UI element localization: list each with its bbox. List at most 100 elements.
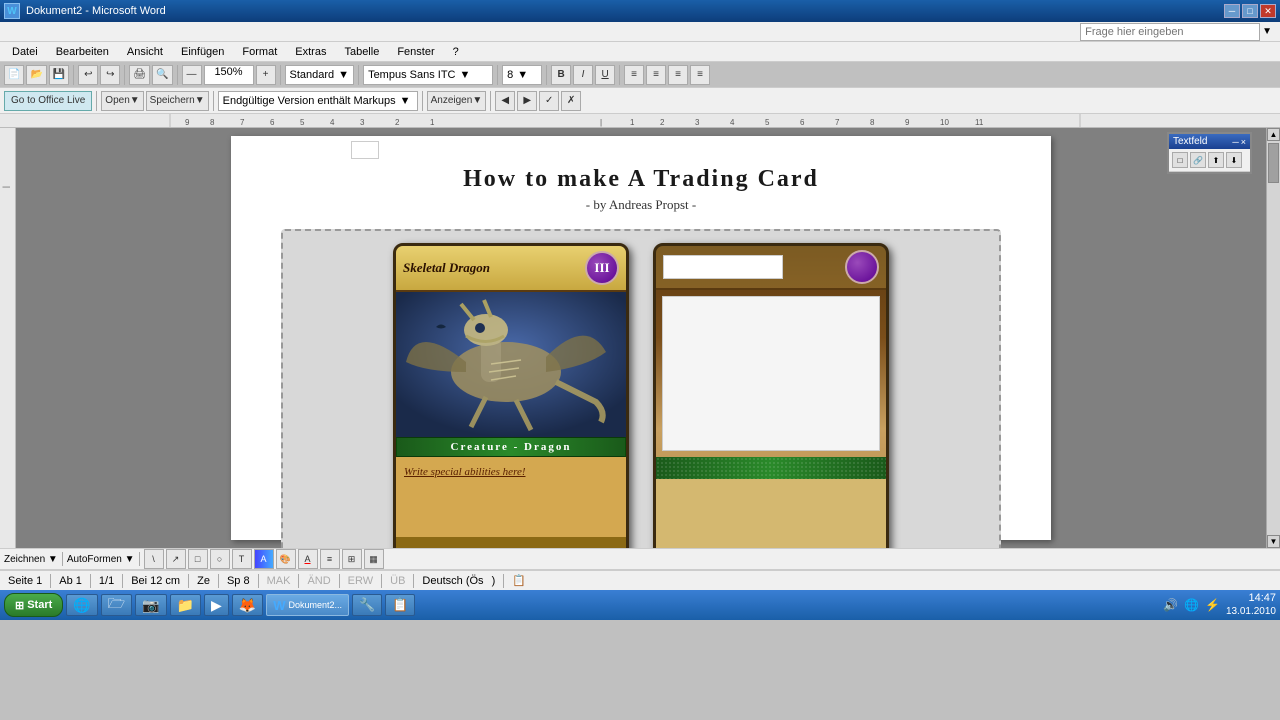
zoom-in-button[interactable]: + [256, 65, 276, 85]
maximize-button[interactable]: □ [1242, 4, 1258, 18]
open-btn-2[interactable]: Open ▼ [101, 91, 143, 111]
redo-button[interactable]: ↪ [100, 65, 120, 85]
minimize-button[interactable]: ─ [1224, 4, 1240, 18]
taskbar-ie[interactable]: 🌐 [66, 594, 97, 616]
new-button[interactable]: 📄 [4, 65, 24, 85]
track-prev-button[interactable]: ◀ [495, 91, 515, 111]
align-center-button[interactable]: ≡ [646, 65, 666, 85]
menu-bearbeiten[interactable]: Bearbeiten [48, 44, 117, 60]
taskbar-media[interactable]: ▶ [204, 594, 229, 616]
zoom-out-button[interactable]: — [182, 65, 202, 85]
tray-icon-2: 🌐 [1184, 598, 1199, 612]
open-button[interactable]: 📂 [26, 65, 46, 85]
card-header-right [656, 246, 886, 290]
close-button[interactable]: ✕ [1260, 4, 1276, 18]
taskbar-folder[interactable]: 📁 [170, 594, 201, 616]
draw-textbox-button[interactable]: T [232, 549, 252, 569]
svg-text:4: 4 [730, 118, 735, 127]
card-template[interactable]: Artwork| [653, 243, 889, 548]
taskbar-word[interactable]: W Dokument2... [266, 594, 349, 616]
card-header-left: Skeletal Dragon III [396, 246, 626, 292]
tf-icon-3[interactable]: ⬆ [1208, 152, 1224, 168]
textfeld-panel[interactable]: Textfeld ─ × □ 🔗 ⬆ ⬇ [1167, 132, 1252, 174]
tf-icon-4[interactable]: ⬇ [1226, 152, 1242, 168]
scroll-down-button[interactable]: ▼ [1267, 535, 1280, 548]
taskbar-tool2[interactable]: 📋 [385, 594, 415, 616]
go-to-office-live-button[interactable]: Go to Office Live [4, 91, 92, 111]
taskbar-tool1[interactable]: 🔧 [352, 594, 382, 616]
save-button[interactable]: 💾 [49, 65, 69, 85]
italic-button[interactable]: I [573, 65, 593, 85]
size-dropdown[interactable]: 8 ▼ [502, 65, 542, 85]
sep-9 [96, 91, 97, 111]
underline-button[interactable]: U [595, 65, 615, 85]
draw-fill-button[interactable]: 🎨 [276, 549, 296, 569]
menu-einfuegen[interactable]: Einfügen [173, 44, 232, 60]
bold-button[interactable]: B [551, 65, 571, 85]
textfeld-close[interactable]: × [1241, 137, 1246, 147]
draw-fontcolor-button[interactable]: A [298, 549, 318, 569]
taskbar-firefox[interactable]: 🦊 [232, 594, 263, 616]
justify-button[interactable]: ≡ [690, 65, 710, 85]
draw-more-button[interactable]: ≡ [320, 549, 340, 569]
menu-format[interactable]: Format [234, 44, 285, 60]
scroll-up-button[interactable]: ▲ [1267, 128, 1280, 141]
title-bar: W Dokument2 - Microsoft Word ─ □ ✕ [0, 0, 1280, 22]
save-btn-2[interactable]: Speichern ▼ [146, 91, 209, 111]
font-dropdown[interactable]: Tempus Sans ITC ▼ [363, 65, 493, 85]
show-btn[interactable]: Anzeigen ▼ [427, 91, 487, 111]
help-search-input[interactable] [1080, 23, 1260, 41]
zoom-input[interactable]: 150% [204, 65, 254, 85]
align-left-button[interactable]: ≡ [624, 65, 644, 85]
view-dropdown-label: Standard [290, 69, 335, 81]
svg-text:4: 4 [330, 118, 335, 127]
card-skeletal-dragon[interactable]: Skeletal Dragon III [393, 243, 629, 548]
menu-help[interactable]: ? [445, 44, 467, 60]
tf-icon-2[interactable]: 🔗 [1190, 152, 1206, 168]
sep-10 [213, 91, 214, 111]
taskbar-explorer[interactable]: 🗁 [101, 594, 132, 616]
size-dropdown-arrow: ▼ [517, 69, 528, 81]
document-subtitle: - by Andreas Propst - [281, 197, 1001, 213]
draw-icon-1[interactable]: ⊞ [342, 549, 362, 569]
doc-version-dropdown[interactable]: Endgültige Version enthält Markups ▼ [218, 91, 418, 111]
status-mak: MAK [263, 575, 295, 587]
svg-text:1: 1 [430, 118, 435, 127]
reject-button[interactable]: ✗ [561, 91, 581, 111]
accept-button[interactable]: ✓ [539, 91, 559, 111]
draw-label: Zeichnen ▼ [4, 554, 58, 565]
draw-arrow-button[interactable]: ↗ [166, 549, 186, 569]
draw-line-button[interactable]: \ [144, 549, 164, 569]
svg-text:2: 2 [395, 118, 400, 127]
draw-rect-button[interactable]: □ [188, 549, 208, 569]
textfeld-minimize[interactable]: ─ [1232, 137, 1238, 147]
scroll-thumb[interactable] [1268, 143, 1279, 183]
tf-icon-1[interactable]: □ [1172, 152, 1188, 168]
track-next-button[interactable]: ▶ [517, 91, 537, 111]
taskbar-camera[interactable]: 📷 [135, 594, 166, 616]
menu-ansicht[interactable]: Ansicht [119, 44, 171, 60]
start-label: Start [27, 599, 52, 611]
toolbar-2: Go to Office Live Open ▼ Speichern ▼ End… [0, 88, 1280, 114]
menu-datei[interactable]: Datei [4, 44, 46, 60]
draw-oval-button[interactable]: ○ [210, 549, 230, 569]
start-button[interactable]: ⊞ Start [4, 593, 63, 617]
card-text-area-right[interactable] [656, 479, 886, 548]
menu-fenster[interactable]: Fenster [389, 44, 442, 60]
align-right-button[interactable]: ≡ [668, 65, 688, 85]
card-text-area[interactable]: Write special abilities here! [396, 457, 626, 537]
undo-button[interactable]: ↩ [78, 65, 98, 85]
draw-wordart-button[interactable]: A [254, 549, 274, 569]
window-title: Dokument2 - Microsoft Word [26, 5, 166, 17]
print-button[interactable]: 🖨 [129, 65, 150, 85]
menu-tabelle[interactable]: Tabelle [336, 44, 387, 60]
menu-extras[interactable]: Extras [287, 44, 334, 60]
view-dropdown[interactable]: Standard ▼ [285, 65, 355, 85]
vertical-scrollbar[interactable]: ▲ ▼ [1266, 128, 1280, 548]
preview-button[interactable]: 🔍 [152, 65, 172, 85]
card-type-bar-right [656, 457, 886, 479]
document-area: Textfeld ─ × □ 🔗 ⬆ ⬇ How to make A Tradi… [16, 128, 1266, 548]
left-ruler-mark: | [2, 186, 11, 188]
draw-icon-2[interactable]: ▦ [364, 549, 384, 569]
svg-text:9: 9 [905, 118, 910, 127]
